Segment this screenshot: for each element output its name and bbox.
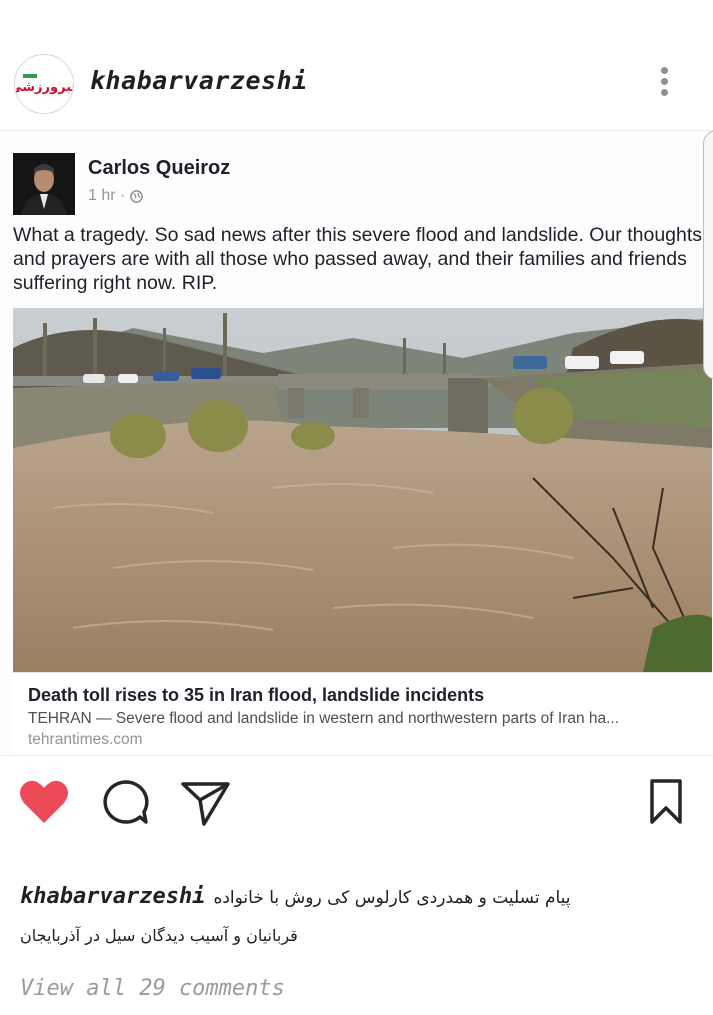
caption-line-1: khabarvarzeshi پیام تسلیت و همدردی کارلو…: [20, 884, 571, 909]
instagram-post: خبرورزشی khabarvarzeshi Carlos Queiroz 1…: [0, 0, 713, 1015]
send-icon: [181, 782, 230, 826]
post-meta: 1 hr ·: [88, 187, 144, 205]
account-avatar[interactable]: خبرورزشی: [14, 54, 74, 114]
flood-photo: [13, 308, 712, 672]
bookmark-icon: [650, 779, 682, 824]
svg-text:خبرورزشی: خبرورزشی: [15, 80, 74, 95]
post-actions: [0, 770, 713, 834]
more-dot: [660, 89, 668, 96]
link-domain: tehrantimes.com: [28, 731, 143, 748]
comment-icon: [103, 780, 149, 824]
post-text: What a tragedy. So sad news after this s…: [13, 224, 703, 294]
save-button[interactable]: [644, 778, 696, 826]
globe-icon: [130, 189, 144, 203]
like-button[interactable]: [18, 778, 70, 826]
post-header: خبرورزشی khabarvarzeshi: [0, 46, 713, 120]
comment-button[interactable]: [100, 778, 152, 826]
embedded-facebook-post[interactable]: Carlos Queiroz 1 hr · What a tragedy. So…: [0, 130, 713, 756]
link-description: TEHRAN — Severe flood and landslide in w…: [28, 710, 620, 727]
caption-text-1: پیام تسلیت و همدردی کارلوس کی روش با خان…: [213, 888, 571, 908]
post-time: 1 hr ·: [88, 187, 126, 204]
heart-icon: [20, 780, 68, 823]
more-options-button[interactable]: [652, 64, 676, 104]
share-button[interactable]: [180, 778, 232, 826]
link-title: Death toll rises to 35 in Iran flood, la…: [28, 685, 485, 705]
author-name: Carlos Queiroz: [88, 157, 231, 179]
link-preview[interactable]: Death toll rises to 35 in Iran flood, la…: [13, 672, 712, 755]
post-username[interactable]: khabarvarzeshi: [90, 66, 308, 95]
more-dot: [660, 78, 668, 85]
caption-text-2: قربانیان و آسیب دیدگان سیل در آذربایجان: [20, 926, 298, 945]
author-avatar: [13, 153, 75, 215]
more-vertical-icon: [660, 67, 668, 74]
caption-username[interactable]: khabarvarzeshi: [20, 884, 205, 909]
screenshot-frame-edge: [703, 130, 713, 380]
view-comments-link[interactable]: View all 29 comments: [20, 976, 285, 1001]
